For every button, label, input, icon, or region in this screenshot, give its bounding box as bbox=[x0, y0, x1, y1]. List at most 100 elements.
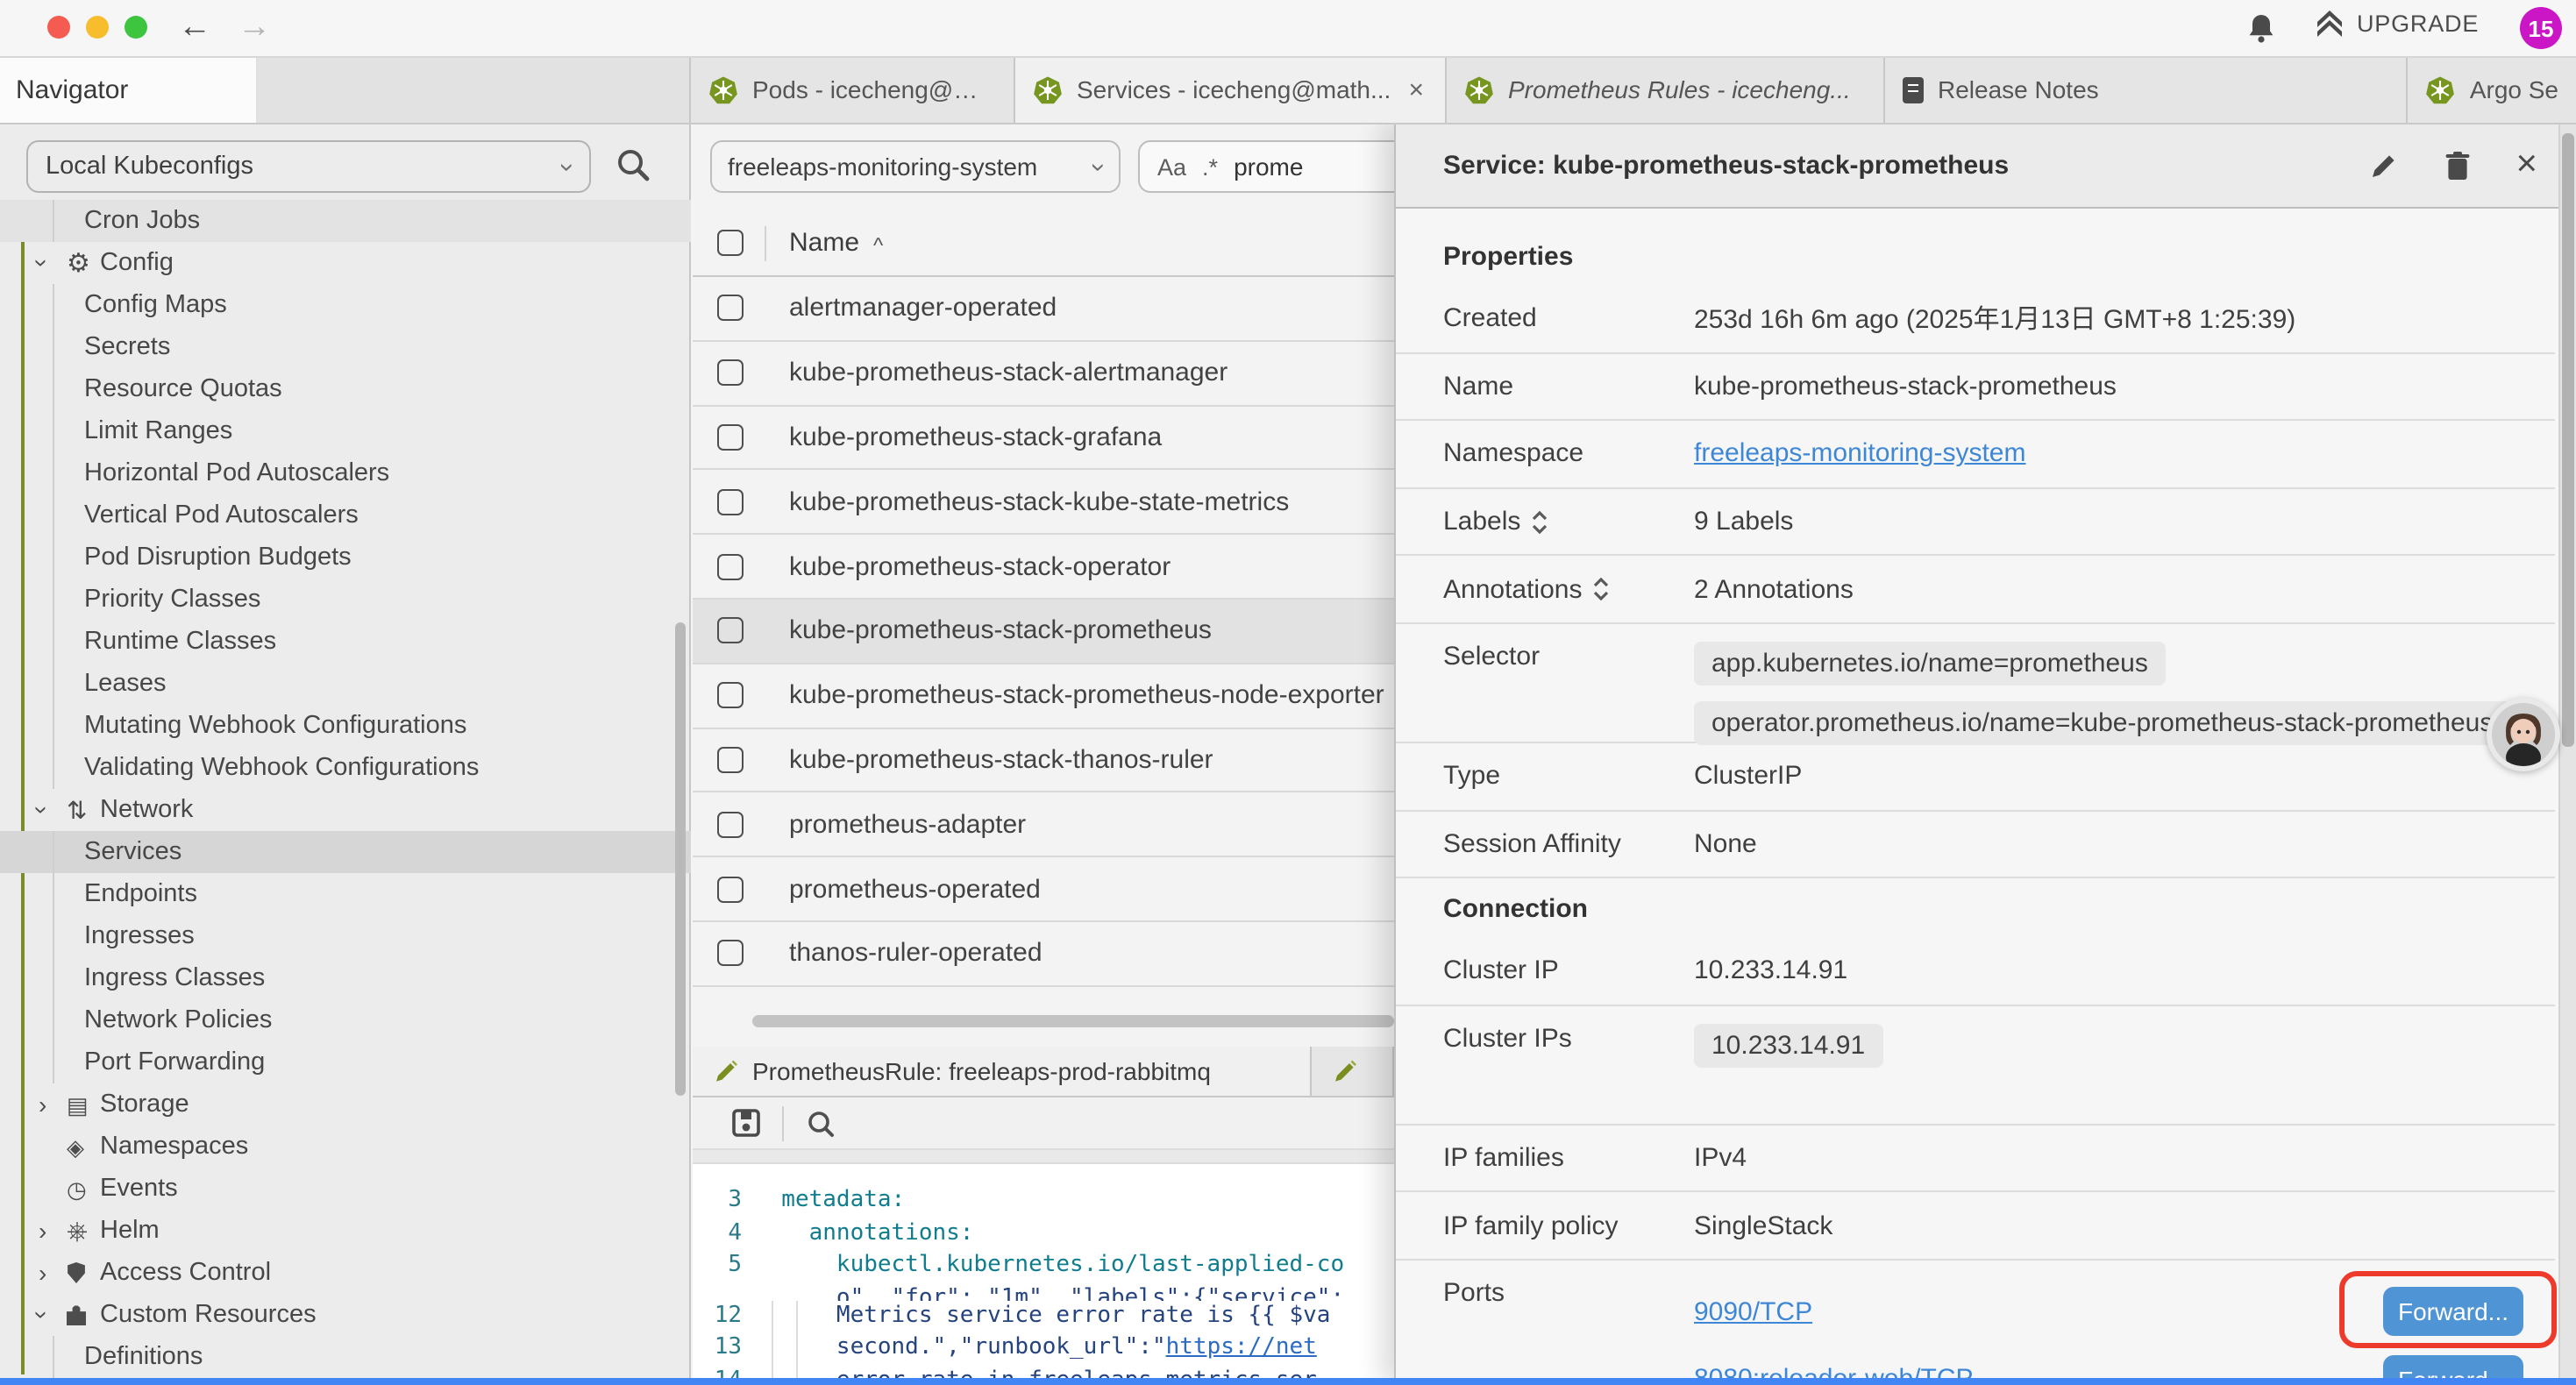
editor-tab[interactable] bbox=[1312, 1047, 1394, 1096]
row-checkbox[interactable] bbox=[717, 812, 744, 838]
table-row[interactable]: prometheus-operated bbox=[693, 857, 1394, 922]
sidebar-item[interactable]: Vertical Pod Autoscalers bbox=[0, 494, 691, 536]
sidebar-item[interactable]: Secrets bbox=[0, 326, 691, 368]
sidebar-item[interactable]: Endpoints bbox=[0, 873, 691, 915]
value-text: ClusterIP bbox=[1694, 762, 1802, 792]
upgrade-button[interactable]: UPGRADE bbox=[2315, 9, 2479, 39]
row-checkbox[interactable] bbox=[717, 489, 744, 515]
table-row[interactable]: kube-prometheus-stack-kube-state-metrics bbox=[693, 471, 1394, 536]
match-case-toggle[interactable]: Aa bbox=[1157, 153, 1186, 180]
detail-scrollbar-thumb[interactable] bbox=[2562, 133, 2574, 747]
sidebar-item[interactable]: Services bbox=[0, 831, 691, 873]
notification-count-badge[interactable]: 15 bbox=[2520, 7, 2562, 49]
table-row[interactable]: kube-prometheus-stack-thanos-ruler bbox=[693, 728, 1394, 793]
row-checkbox[interactable] bbox=[717, 359, 744, 386]
table-row[interactable]: prometheus-adapter bbox=[693, 793, 1394, 858]
expand-collapse-arrows-icon[interactable] bbox=[1531, 509, 1548, 534]
sidebar-item[interactable]: Priority Classes bbox=[0, 579, 691, 621]
sidebar-item[interactable]: Pod Disruption Budgets bbox=[0, 536, 691, 579]
row-checkbox[interactable] bbox=[717, 618, 744, 644]
table-row[interactable]: kube-prometheus-stack-prometheus-node-ex… bbox=[693, 664, 1394, 729]
row-checkbox[interactable] bbox=[717, 747, 744, 773]
sidebar-item[interactable]: Mutating Webhook Configurations bbox=[0, 705, 691, 747]
row-checkbox[interactable] bbox=[717, 941, 744, 967]
delete-trash-icon[interactable] bbox=[2444, 150, 2470, 180]
table-row[interactable]: kube-prometheus-stack-alertmanager bbox=[693, 342, 1394, 407]
sidebar-item[interactable]: Namespaces bbox=[0, 1126, 691, 1168]
detail-scrollbar-track[interactable] bbox=[2558, 123, 2576, 1385]
port-forward-button[interactable]: Forward... bbox=[2383, 1287, 2523, 1336]
kubeconfig-selector[interactable]: Local Kubeconfigs › bbox=[26, 140, 591, 193]
minimize-window-button[interactable] bbox=[86, 16, 109, 39]
tab-services[interactable]: Services - icecheng@math... × bbox=[1014, 56, 1445, 123]
sidebar-search-icon[interactable] bbox=[614, 146, 652, 184]
tab-argo[interactable]: Argo Se bbox=[2407, 56, 2576, 123]
select-all-checkbox[interactable] bbox=[717, 230, 744, 256]
sort-ascending-icon[interactable]: ^ bbox=[873, 232, 883, 257]
sidebar-item[interactable]: Validating Webhook Configurations bbox=[0, 747, 691, 789]
sidebar-item[interactable]: Storage bbox=[0, 1083, 691, 1126]
sidebar-item[interactable]: Runtime Classes bbox=[0, 621, 691, 663]
table-row[interactable]: kube-prometheus-stack-grafana bbox=[693, 406, 1394, 471]
editor-search-icon[interactable] bbox=[805, 1107, 836, 1139]
table-row[interactable]: kube-prometheus-stack-operator bbox=[693, 535, 1394, 600]
yaml-editor[interactable]: 3 metadata: 4 annotations: 5 kubectl.kub… bbox=[693, 1164, 1394, 1381]
value-text: kube-prometheus-stack-prometheus bbox=[1694, 372, 2117, 401]
user-avatar[interactable] bbox=[2487, 698, 2560, 771]
table-row[interactable]: kube-prometheus-stack-prometheus bbox=[693, 600, 1394, 664]
forward-button[interactable]: → bbox=[231, 5, 277, 51]
expand-collapse-arrows-icon[interactable] bbox=[1592, 577, 1610, 601]
sidebar-item[interactable]: Access Control bbox=[0, 1252, 691, 1294]
tab-pods[interactable]: Pods - icecheng@mathmas... bbox=[689, 56, 1014, 123]
maximize-window-button[interactable] bbox=[125, 16, 147, 39]
edit-pencil-icon[interactable] bbox=[2368, 150, 2398, 180]
close-window-button[interactable] bbox=[47, 16, 70, 39]
sidebar-item[interactable]: Resource Quotas bbox=[0, 368, 691, 410]
expander-icon[interactable] bbox=[39, 798, 67, 822]
back-button[interactable]: ← bbox=[172, 5, 217, 51]
save-icon[interactable] bbox=[731, 1108, 761, 1138]
expander-icon[interactable] bbox=[39, 1261, 67, 1285]
sidebar-item[interactable]: Leases bbox=[0, 663, 691, 705]
table-row[interactable]: alertmanager-operated bbox=[693, 277, 1394, 342]
close-tab-icon[interactable]: × bbox=[1405, 75, 1427, 104]
sidebar-item[interactable]: Events bbox=[0, 1168, 691, 1210]
sidebar-scrollbar[interactable] bbox=[675, 622, 686, 1096]
table-row[interactable]: thanos-ruler-operated bbox=[693, 922, 1394, 987]
sidebar-item[interactable]: Limit Ranges bbox=[0, 410, 691, 452]
sidebar-item[interactable]: Ingresses bbox=[0, 915, 691, 957]
expander-icon[interactable] bbox=[39, 251, 67, 275]
sidebar-item[interactable]: Port Forwarding bbox=[0, 1041, 691, 1083]
tab-prometheus-rules[interactable]: Prometheus Rules - icecheng... bbox=[1445, 56, 1883, 123]
expander-icon[interactable] bbox=[39, 1218, 67, 1243]
notifications-bell-icon[interactable] bbox=[2246, 12, 2276, 44]
row-checkbox[interactable] bbox=[717, 553, 744, 579]
sidebar-item[interactable]: Config bbox=[0, 242, 691, 284]
sidebar-item[interactable]: Definitions bbox=[0, 1336, 691, 1378]
horizontal-scrollbar[interactable] bbox=[752, 1015, 1394, 1027]
port-link[interactable]: 9090/TCP bbox=[1694, 1296, 1812, 1326]
row-checkbox[interactable] bbox=[717, 424, 744, 451]
sidebar-item[interactable]: Ingress Classes bbox=[0, 957, 691, 999]
name-column-header[interactable]: Name bbox=[789, 228, 859, 258]
property-label: IP families bbox=[1443, 1143, 1564, 1173]
sidebar-item[interactable]: Network bbox=[0, 789, 691, 831]
expander-icon[interactable] bbox=[39, 1092, 67, 1117]
sidebar-item[interactable]: Horizontal Pod Autoscalers bbox=[0, 452, 691, 494]
editor-tab[interactable]: PrometheusRule: freeleaps-prod-rabbitmq bbox=[693, 1047, 1312, 1096]
expander-icon[interactable] bbox=[39, 1303, 67, 1327]
row-checkbox[interactable] bbox=[717, 295, 744, 322]
name-filter-input[interactable]: Aa .* prome bbox=[1138, 140, 1419, 193]
sidebar-item[interactable]: Config Maps bbox=[0, 284, 691, 326]
tab-release-notes[interactable]: Release Notes bbox=[1883, 56, 2407, 123]
row-checkbox[interactable] bbox=[717, 682, 744, 708]
row-checkbox[interactable] bbox=[717, 876, 744, 902]
sidebar-item[interactable]: Helm bbox=[0, 1210, 691, 1252]
sidebar-item[interactable]: Cron Jobs bbox=[0, 200, 691, 242]
value-link[interactable]: freeleaps-monitoring-system bbox=[1694, 439, 2026, 469]
regex-toggle[interactable]: .* bbox=[1202, 153, 1218, 180]
close-panel-icon[interactable]: × bbox=[2516, 147, 2537, 182]
sidebar-item[interactable]: Custom Resources bbox=[0, 1294, 691, 1336]
sidebar-item[interactable]: Network Policies bbox=[0, 999, 691, 1041]
namespace-filter-dropdown[interactable]: freeleaps-monitoring-system › bbox=[710, 140, 1121, 193]
